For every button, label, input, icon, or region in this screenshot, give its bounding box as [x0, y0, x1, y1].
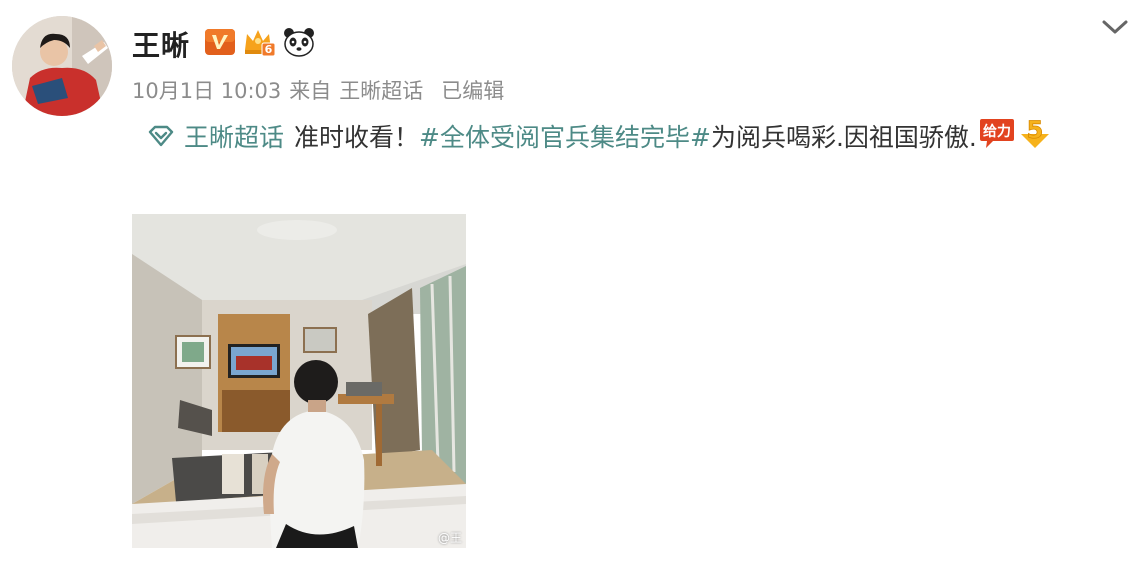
supertopic-link[interactable]: 王晰超话 — [184, 118, 284, 154]
hashtag-link[interactable]: #全体受阅官兵集结完毕# — [419, 118, 711, 154]
source-prefix: 来自 — [289, 79, 332, 103]
geili-emoji-label: 给力 — [983, 123, 1011, 140]
panda-icon[interactable] — [282, 26, 316, 62]
chevron-down-icon[interactable] — [1100, 14, 1130, 40]
username[interactable]: 王晰 — [132, 24, 190, 64]
source-link[interactable]: 王晰超话 — [339, 75, 423, 105]
supertopic-diamond-icon — [148, 125, 174, 147]
photo-watermark: @王 — [437, 531, 462, 545]
verified-v-icon[interactable] — [204, 28, 236, 60]
post-meta: 10月1日 10:03 来自 王晰超话 已编辑 — [132, 76, 504, 104]
crown-level-number: 6 — [265, 43, 273, 56]
five-emoji-icon: 5 — [1017, 116, 1053, 156]
room-photo-image — [132, 214, 466, 548]
post-timestamp[interactable]: 10月1日 10:03 — [132, 75, 281, 105]
crown-level-icon[interactable]: 6 — [242, 26, 276, 62]
post-text-part-1: 准时收看！ — [294, 123, 420, 152]
geili-emoji-icon: 给力 — [979, 116, 1015, 156]
post-text-part-2: 为阅兵喝彩.因祖国骄傲. — [710, 123, 977, 152]
five-emoji-label: 5 — [1026, 116, 1043, 144]
post-photo[interactable]: @王 — [132, 214, 466, 548]
post-text: 王晰超话 准时收看！ #全体受阅官兵集结完毕# 为阅兵喝彩.因祖国骄傲. 给力 … — [148, 116, 1053, 156]
edited-label[interactable]: 已编辑 — [441, 75, 504, 105]
avatar[interactable] — [12, 16, 112, 116]
name-row: 王晰 6 — [132, 24, 316, 64]
